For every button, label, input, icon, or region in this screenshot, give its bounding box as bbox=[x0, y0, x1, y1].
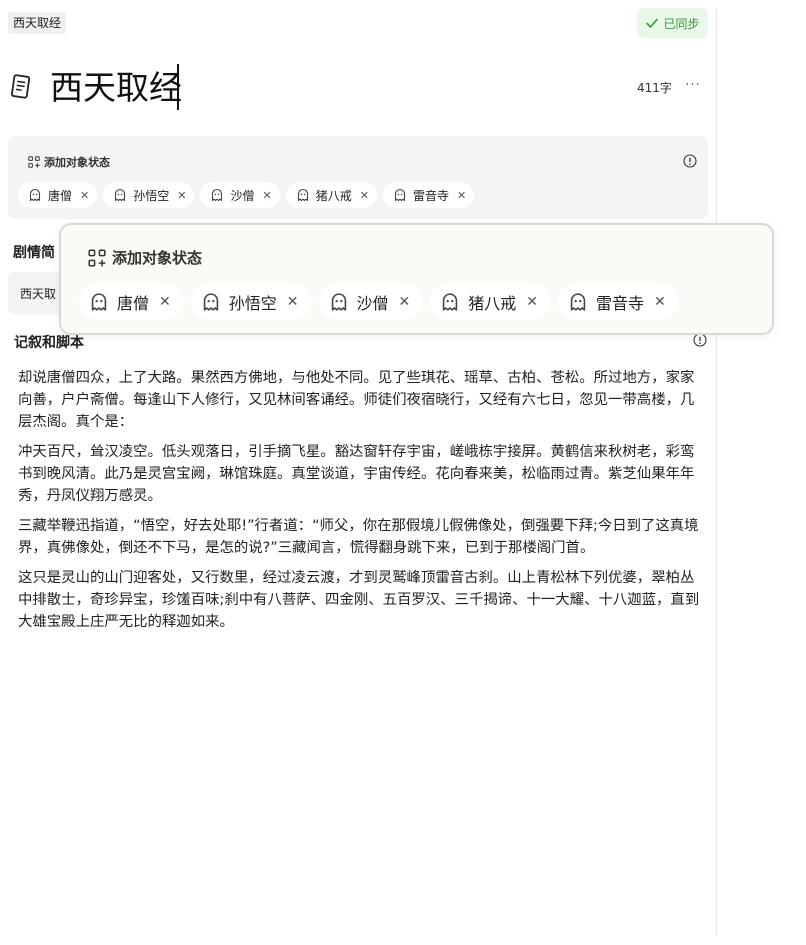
close-icon[interactable]: ✕ bbox=[654, 294, 666, 310]
popover-chip[interactable]: 雷音寺 ✕ bbox=[558, 284, 678, 320]
object-chip-label: 孙悟空 bbox=[133, 188, 170, 203]
narrative-paragraph[interactable]: 冲天百尺，耸汉凌空。低头观落日，引手摘飞星。豁达窗轩存宇宙，嵯峨栋宇接屏。黄鹤信… bbox=[18, 441, 700, 507]
popover-chip-list: 唐僧 ✕ 孙悟空 ✕ 沙僧 ✕ 猪八戒 ✕ 雷音寺 ✕ bbox=[79, 284, 678, 320]
close-icon[interactable]: ✕ bbox=[526, 294, 538, 310]
info-icon[interactable] bbox=[683, 154, 697, 168]
plot-summary-heading: 剧情简 bbox=[13, 245, 55, 261]
panel-divider bbox=[716, 8, 717, 936]
ghost-icon bbox=[212, 188, 223, 202]
object-chip-list: 唐僧 ✕ 孙悟空 ✕ 沙僧 ✕ 猪八戒 ✕ 雷音寺 ✕ bbox=[18, 182, 475, 208]
narrative-paragraph[interactable]: 三藏举鞭迅指道，“悟空，好去处耶!”行者道：“师父，你在那假境儿假佛像处，倒强要… bbox=[18, 515, 700, 559]
object-chip[interactable]: 猪八戒 ✕ bbox=[285, 182, 377, 208]
check-icon bbox=[646, 18, 659, 28]
text-caret bbox=[177, 64, 179, 110]
object-chip[interactable]: 唐僧 ✕ bbox=[18, 182, 98, 208]
ghost-icon bbox=[570, 293, 586, 311]
ghost-icon bbox=[115, 188, 126, 202]
popover-chip-label: 沙僧 bbox=[356, 294, 389, 313]
popover-title: 添加对象状态 bbox=[112, 249, 203, 267]
object-chip[interactable]: 沙僧 ✕ bbox=[200, 182, 280, 208]
document-icon bbox=[11, 74, 31, 99]
popover-chip[interactable]: 孙悟空 ✕ bbox=[190, 284, 311, 320]
popover-chip[interactable]: 唐僧 ✕ bbox=[79, 284, 183, 320]
status-grid-icon bbox=[88, 248, 106, 267]
ghost-icon bbox=[394, 188, 405, 202]
ghost-icon bbox=[443, 293, 458, 311]
object-chip[interactable]: 雷音寺 ✕ bbox=[382, 182, 475, 208]
popover-chip[interactable]: 猪八戒 ✕ bbox=[430, 284, 550, 320]
narrative-paragraph[interactable]: 这只是灵山的山门迎客处，又行数里，经过凌云渡，才到灵鹫峰顶雷音古刹。山上青松林下… bbox=[18, 567, 700, 633]
close-icon[interactable]: ✕ bbox=[287, 294, 299, 310]
editor-main: 西天取经 已同步 西天取经 411字 ··· 添加对象状态 唐僧 ✕ 孙悟空 ✕… bbox=[0, 0, 716, 945]
narrative-paragraph[interactable]: 却说唐僧四众，上了大路。果然西方佛地，与他处不同。见了些琪花、瑶草、古柏、苍松。… bbox=[18, 367, 700, 433]
object-chip-label: 沙僧 bbox=[230, 188, 255, 203]
status-grid-icon bbox=[28, 156, 40, 168]
ghost-icon bbox=[331, 293, 346, 311]
close-icon[interactable]: ✕ bbox=[262, 189, 271, 202]
ghost-icon bbox=[91, 293, 107, 311]
more-options-button[interactable]: ··· bbox=[684, 78, 702, 96]
ghost-icon bbox=[29, 188, 41, 202]
popover-header: 添加对象状态 bbox=[88, 247, 202, 268]
popover-chip[interactable]: 沙僧 ✕ bbox=[318, 284, 423, 320]
close-icon[interactable]: ✕ bbox=[457, 189, 466, 202]
object-chip-label: 雷音寺 bbox=[412, 188, 449, 203]
close-icon[interactable]: ✕ bbox=[177, 189, 186, 202]
word-count: 411字 bbox=[637, 81, 672, 95]
info-icon[interactable] bbox=[693, 333, 707, 347]
object-status-header[interactable]: 添加对象状态 bbox=[28, 154, 110, 170]
popover-chip-label: 猪八戒 bbox=[468, 294, 517, 313]
breadcrumb[interactable]: 西天取经 bbox=[8, 12, 67, 34]
plot-summary-value: 西天取 bbox=[20, 287, 57, 301]
ghost-icon bbox=[203, 293, 218, 311]
close-icon[interactable]: ✕ bbox=[159, 294, 171, 310]
sync-status-badge: 已同步 bbox=[637, 8, 708, 38]
document-title[interactable]: 西天取经 bbox=[50, 66, 182, 110]
sync-status-text: 已同步 bbox=[663, 16, 700, 31]
popover-chip-label: 孙悟空 bbox=[228, 294, 277, 313]
close-icon[interactable]: ✕ bbox=[80, 189, 89, 202]
popover-chip-label: 雷音寺 bbox=[596, 294, 645, 313]
object-chip[interactable]: 孙悟空 ✕ bbox=[103, 182, 195, 208]
close-icon[interactable]: ✕ bbox=[360, 189, 369, 202]
object-status-title: 添加对象状态 bbox=[44, 156, 110, 169]
narrative-heading: 记叙和脚本 bbox=[14, 335, 84, 351]
close-icon[interactable]: ✕ bbox=[399, 294, 411, 310]
popover-chip-label: 唐僧 bbox=[117, 294, 150, 313]
object-chip-label: 唐僧 bbox=[48, 188, 73, 203]
object-chip-label: 猪八戒 bbox=[315, 188, 352, 203]
ghost-icon bbox=[297, 188, 308, 202]
